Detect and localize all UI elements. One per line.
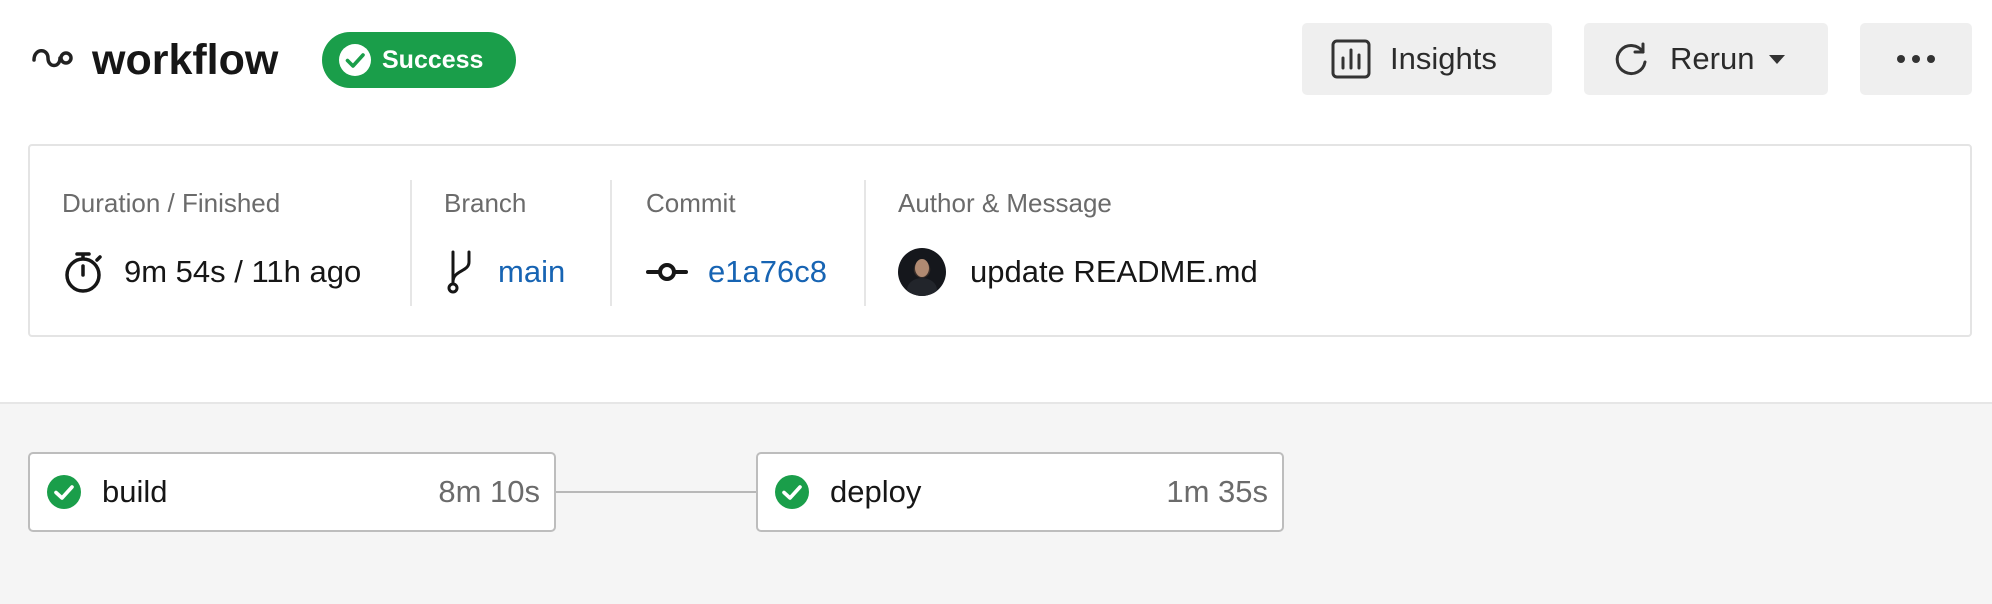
branch-value-row: main <box>444 246 565 298</box>
job-connector <box>556 491 756 493</box>
check-circle-icon <box>339 44 371 76</box>
bar-chart-icon <box>1331 39 1371 79</box>
job-name: build <box>102 474 168 509</box>
git-commit-icon <box>646 263 688 281</box>
git-branch-icon <box>447 250 471 294</box>
run-info-card: Duration / Finished 9m 54s / 11h ago Bra… <box>28 144 1972 337</box>
avatar-face <box>915 259 929 277</box>
status-badge: Success <box>322 32 516 88</box>
status-label: Success <box>382 45 484 74</box>
commit-value-row: e1a76c8 <box>646 246 827 298</box>
duration-value-row: 9m 54s / 11h ago <box>62 246 361 298</box>
avatar[interactable] <box>898 248 946 296</box>
insights-label: Insights <box>1390 41 1497 76</box>
caret-down-icon <box>1769 55 1786 64</box>
page-header: workflow Success Insights Rerun <box>0 0 1992 120</box>
job-deploy[interactable]: deploy 1m 35s <box>756 452 1284 532</box>
author-label: Author & Message <box>898 188 1112 218</box>
job-build[interactable]: build 8m 10s <box>28 452 556 532</box>
avatar-torso <box>907 278 937 296</box>
check-circle-icon <box>775 475 809 509</box>
rerun-button[interactable]: Rerun <box>1584 23 1828 95</box>
rerun-label: Rerun <box>1670 41 1755 76</box>
divider <box>610 180 612 306</box>
refresh-icon <box>1615 42 1647 76</box>
duration-label: Duration / Finished <box>62 188 281 218</box>
branch-link[interactable]: main <box>498 254 565 290</box>
divider <box>410 180 412 306</box>
job-duration: 8m 10s <box>438 474 540 509</box>
check-circle-icon <box>47 475 81 509</box>
job-name: deploy <box>830 474 922 509</box>
branch-label: Branch <box>444 188 527 218</box>
pipeline-graph: build 8m 10s deploy 1m 35s <box>0 402 1992 604</box>
job-duration: 1m 35s <box>1166 474 1268 509</box>
more-options-button[interactable] <box>1860 23 1972 95</box>
commit-label: Commit <box>646 188 736 218</box>
page-title: workflow <box>92 36 279 84</box>
stopwatch-icon <box>65 252 102 293</box>
commit-message: update README.md <box>970 254 1258 289</box>
author-value-row: update README.md <box>898 246 1258 298</box>
workflow-icon <box>32 49 73 68</box>
insights-button[interactable]: Insights <box>1302 23 1552 95</box>
commit-link[interactable]: e1a76c8 <box>708 254 827 290</box>
duration-value: 9m 54s / 11h ago <box>124 254 362 289</box>
more-horizontal-icon <box>1897 55 1935 63</box>
divider <box>864 180 866 306</box>
